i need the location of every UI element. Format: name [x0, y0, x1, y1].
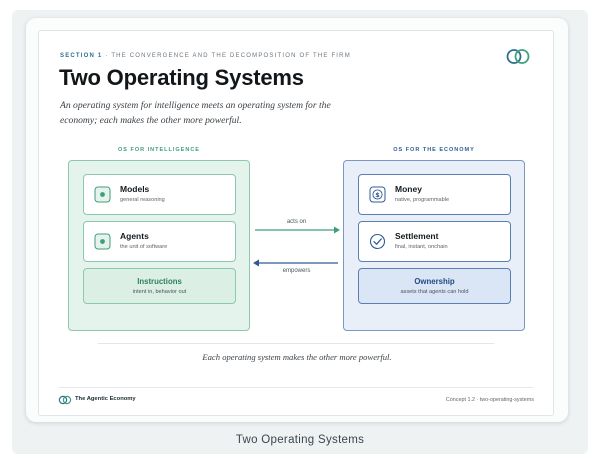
money-desc: native, programmable — [395, 197, 450, 203]
page-title: Two Operating Systems — [59, 65, 304, 90]
ownership-base: Ownership assets that agents can hold — [358, 268, 511, 304]
ownership-title: Ownership — [414, 277, 455, 286]
agents-card: Agents the unit of software — [83, 221, 236, 262]
footer-brand: The Agentic Economy — [75, 396, 136, 402]
section-separator: · — [102, 53, 112, 59]
agents-desc: the unit of software — [120, 244, 168, 250]
settlement-desc: final, instant, onchain — [395, 244, 448, 250]
page-caption: Two Operating Systems — [235, 434, 365, 446]
section-topic: THE CONVERGENCE AND THE DECOMPOSITION OF… — [111, 53, 351, 59]
agents-title: Agents — [120, 231, 149, 241]
models-card: Models general reasoning — [83, 174, 236, 215]
settlement-card: Settlement final, instant, onchain — [358, 221, 511, 262]
dot-square-icon — [94, 233, 111, 250]
money-title: Money — [395, 184, 422, 194]
svg-text:$: $ — [375, 191, 380, 199]
section-eyebrow: SECTION 1 · THE CONVERGENCE AND THE DECO… — [60, 53, 351, 59]
instructions-desc: intent in, behavior out — [132, 289, 187, 295]
page-subtitle: An operating system for intelligence mee… — [60, 100, 331, 126]
ownership-desc: assets that agents can hold — [400, 289, 469, 295]
divider — [98, 343, 494, 344]
money-card: $ Money native, programmable — [358, 174, 511, 215]
economy-os-panel: $ Money native, programmable Settlement … — [343, 160, 525, 331]
section-number: SECTION 1 — [60, 53, 103, 59]
left-column-label: OS FOR INTELLIGENCE — [118, 147, 200, 153]
check-circle-icon — [369, 233, 386, 250]
right-column-label: OS FOR THE ECONOMY — [393, 147, 475, 153]
empowers-arrowhead — [253, 259, 259, 267]
footer-divider — [58, 387, 534, 388]
slide-caption: Each operating system makes the other mo… — [202, 352, 392, 362]
settlement-title: Settlement — [395, 231, 439, 241]
intelligence-os-panel: Models general reasoning Agents the unit… — [68, 160, 250, 331]
brand-logo-small-icon — [58, 395, 72, 405]
models-title: Models — [120, 184, 150, 194]
dot-square-icon — [94, 186, 111, 203]
connector-arrows — [253, 226, 340, 267]
dollar-circle-icon: $ — [369, 186, 386, 203]
brand-logo-icon — [506, 49, 530, 64]
instructions-title: Instructions — [137, 277, 182, 286]
footer-concept: Concept 1.2 · two-operating-systems — [445, 397, 534, 403]
instructions-base: Instructions intent in, behavior out — [83, 268, 236, 304]
acts-on-arrowhead — [334, 226, 340, 234]
models-desc: general reasoning — [120, 197, 165, 203]
